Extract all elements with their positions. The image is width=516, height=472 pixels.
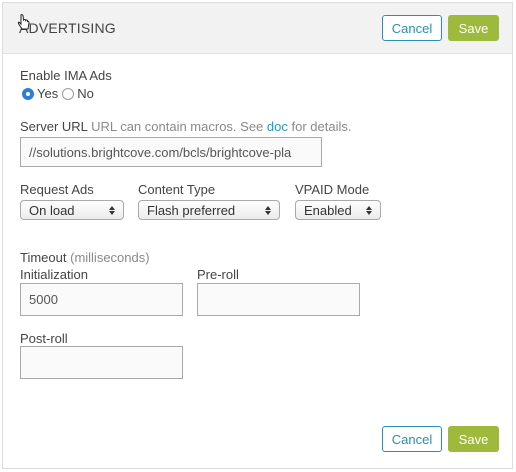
preroll-input[interactable] — [197, 283, 360, 316]
ima-radio-group: Yes No — [22, 86, 98, 101]
initialization-label: Initialization — [20, 267, 88, 282]
ima-yes-radio[interactable] — [22, 87, 34, 100]
header-cancel-button[interactable]: Cancel — [382, 15, 442, 41]
footer-save-button[interactable]: Save — [448, 426, 499, 452]
enable-ima-label: Enable IMA Ads — [20, 68, 112, 83]
doc-link[interactable]: doc — [267, 119, 288, 134]
timeout-label: Timeout — [20, 250, 67, 265]
content-type-label: Content Type — [138, 182, 216, 197]
postroll-input[interactable] — [20, 346, 183, 379]
request-ads-value: On load — [29, 202, 75, 218]
request-ads-select[interactable]: On load — [20, 200, 124, 220]
content-type-select[interactable]: Flash preferred — [138, 200, 280, 220]
server-url-input[interactable]: //solutions.brightcove.com/bcls/brightco… — [20, 137, 322, 167]
preroll-label: Pre-roll — [197, 267, 239, 282]
content-type-value: Flash preferred — [147, 202, 236, 218]
server-url-hint: URL can contain macros. See — [91, 119, 264, 134]
advertising-panel: ADVERTISING Cancel Save Enable IMA Ads Y… — [2, 2, 513, 469]
footer-cancel-button[interactable]: Cancel — [382, 426, 442, 452]
server-url-label-row: Server URL URL can contain macros. See d… — [20, 119, 351, 134]
select-arrows-icon — [366, 205, 372, 215]
server-url-label: Server URL — [20, 119, 88, 134]
request-ads-label: Request Ads — [20, 182, 94, 197]
panel-title: ADVERTISING — [19, 20, 116, 36]
vpaid-mode-label: VPAID Mode — [295, 182, 370, 197]
vpaid-mode-value: Enabled — [304, 202, 352, 218]
panel-header: ADVERTISING Cancel Save — [3, 3, 512, 54]
select-arrows-icon — [109, 205, 115, 215]
header-save-button[interactable]: Save — [448, 15, 499, 41]
timeout-unit: (milliseconds) — [70, 250, 150, 265]
select-arrows-icon — [265, 205, 271, 215]
timeout-label-row: Timeout (milliseconds) — [20, 250, 150, 265]
ima-yes-label: Yes — [37, 86, 59, 101]
initialization-input[interactable]: 5000 — [20, 283, 183, 316]
vpaid-mode-select[interactable]: Enabled — [295, 200, 381, 220]
postroll-label: Post-roll — [20, 331, 68, 346]
server-url-hint-end: for details. — [291, 119, 352, 134]
hand-cursor-icon — [17, 14, 30, 30]
ima-no-label: No — [77, 86, 94, 101]
ima-no-radio[interactable] — [62, 87, 75, 100]
